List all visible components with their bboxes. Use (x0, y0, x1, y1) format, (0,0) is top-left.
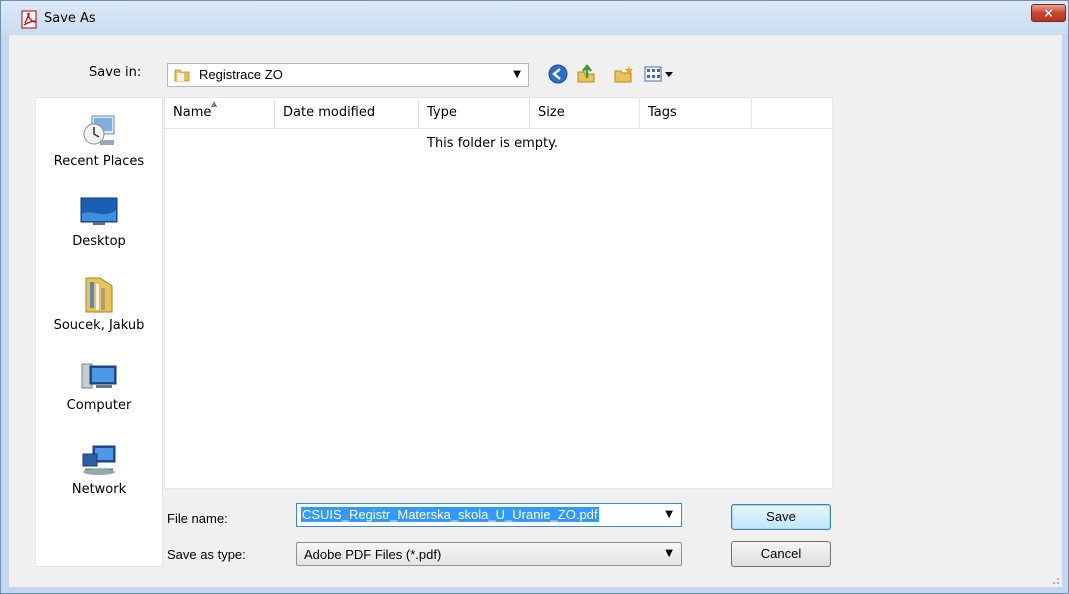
places-bar: Recent Places Desktop Soucek, Jakub Comp… (35, 97, 163, 567)
folder-icon (174, 69, 190, 82)
desktop-icon (80, 197, 118, 225)
column-header-tags[interactable]: Tags (640, 98, 752, 128)
up-folder-icon[interactable] (575, 63, 597, 85)
chevron-down-icon: ▼ (513, 69, 521, 80)
save-as-type-value: Adobe PDF Files (*.pdf) (304, 547, 442, 562)
place-label: Desktop (72, 234, 126, 249)
back-icon[interactable] (547, 63, 569, 85)
file-name-label: File name: (167, 511, 228, 526)
save-button[interactable]: Save (731, 504, 831, 530)
close-icon: × (1043, 6, 1054, 20)
network-icon (82, 445, 116, 475)
new-folder-icon[interactable] (613, 63, 635, 85)
file-list-header: ▲ Name Date modified Type Size Tags (165, 98, 832, 129)
file-name-value: CSUIS_Registr_Materska_skola_U_Uranie_ZO… (301, 507, 599, 522)
current-location: Registrace ZO (199, 67, 283, 82)
place-label: Network (71, 482, 127, 497)
column-header-date-modified[interactable]: Date modified (275, 98, 419, 128)
empty-folder-message: This folder is empty. (427, 136, 559, 151)
sort-ascending-icon: ▲ (211, 99, 218, 108)
file-list[interactable]: ▲ Name Date modified Type Size Tags This… (164, 97, 833, 489)
place-label: Computer (66, 398, 132, 413)
place-desktop[interactable]: Desktop (36, 194, 162, 249)
user-folder-icon (85, 277, 113, 313)
recent-places-icon (83, 115, 115, 145)
computer-icon (81, 363, 117, 389)
column-header-type[interactable]: Type (419, 98, 530, 128)
save-as-type-select[interactable]: Adobe PDF Files (*.pdf) ▼ (296, 542, 682, 566)
place-computer[interactable]: Computer (36, 360, 162, 413)
close-button[interactable]: × (1031, 4, 1066, 22)
resize-grip-icon[interactable] (1050, 575, 1060, 585)
save-as-dialog: Save As × Save in: Registrace ZO ▼ Recen… (0, 0, 1069, 594)
view-menu-icon[interactable] (643, 63, 679, 85)
save-in-label: Save in: (89, 65, 142, 80)
column-header-size[interactable]: Size (530, 98, 640, 128)
column-header-name[interactable]: ▲ Name (165, 98, 275, 128)
place-network[interactable]: Network (36, 444, 162, 497)
save-in-combo[interactable]: Registrace ZO ▼ (167, 63, 529, 87)
cancel-button[interactable]: Cancel (731, 541, 831, 567)
title-bar[interactable]: Save As × (1, 1, 1068, 35)
chevron-down-icon: ▼ (665, 548, 673, 559)
chevron-down-icon[interactable]: ▼ (665, 509, 673, 520)
save-as-type-label: Save as type: (167, 547, 246, 562)
place-label: Soucek, Jakub (53, 318, 145, 333)
dialog-title: Save As (44, 11, 96, 26)
pdf-document-icon (21, 10, 37, 29)
place-user[interactable]: Soucek, Jakub (36, 274, 162, 333)
place-label: Recent Places (53, 154, 145, 169)
file-name-input[interactable]: CSUIS_Registr_Materska_skola_U_Uranie_ZO… (296, 503, 682, 527)
place-recent-places[interactable]: Recent Places (36, 112, 162, 169)
